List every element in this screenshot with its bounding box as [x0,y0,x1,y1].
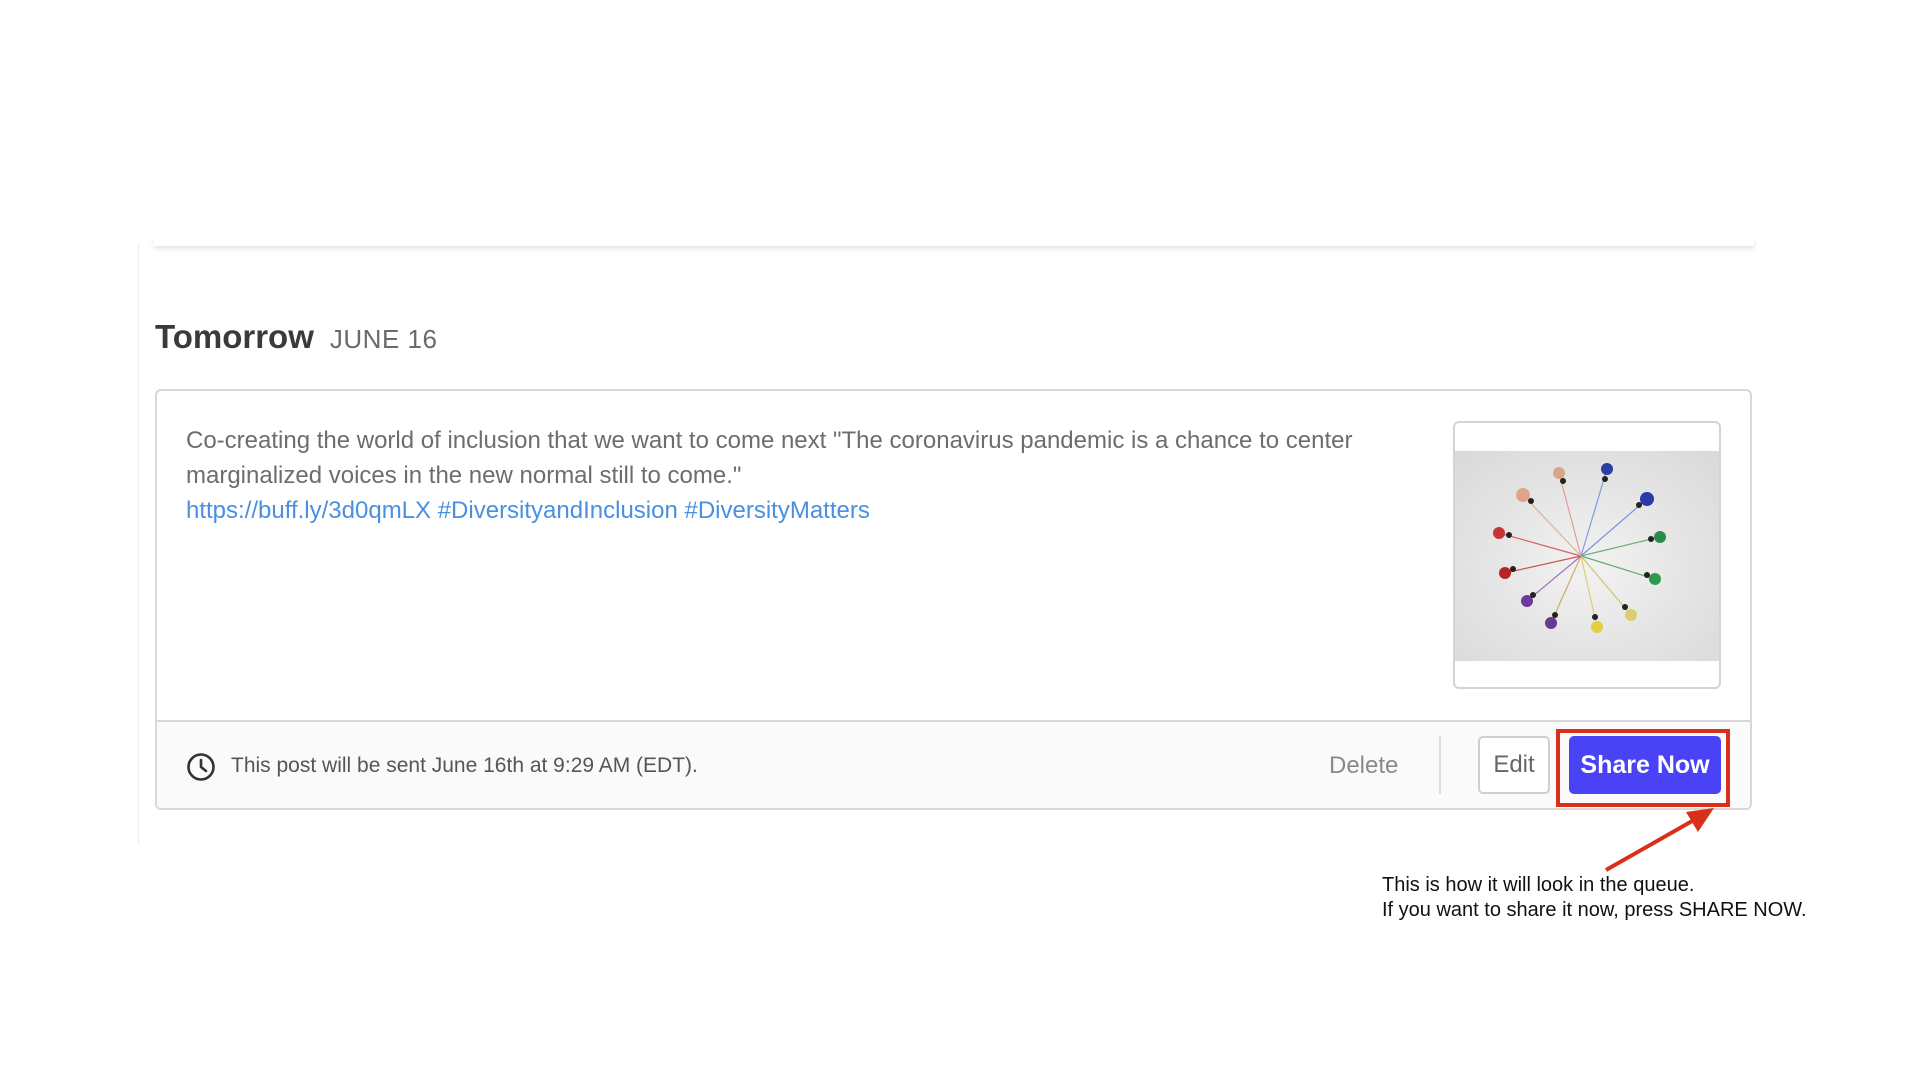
post-text: Co-creating the world of inclusion that … [186,427,1353,489]
footer-divider [1439,736,1441,794]
delete-button[interactable]: Delete [1321,748,1406,784]
share-now-highlight [1556,729,1730,807]
schedule-text: This post will be sent June 16th at 9:29… [231,754,698,777]
day-date: JUNE 16 [329,324,438,354]
left-rule [138,244,139,844]
edit-button[interactable]: Edit [1478,736,1550,794]
post-card: Co-creating the world of inclusion that … [155,389,1752,810]
post-body: Co-creating the world of inclusion that … [186,423,1366,528]
post-link[interactable]: https://buff.ly/3d0qmLX #DiversityandInc… [186,497,870,524]
annotation-arrow [1605,808,1714,872]
people-circle-image [1455,451,1719,661]
annotation-line-2: If you want to share it now, press SHARE… [1382,899,1807,921]
card-footer: This post will be sent June 16th at 9:29… [157,720,1750,808]
clock-icon [187,753,215,781]
day-title: Tomorrow [155,318,314,355]
annotation-line-1: This is how it will look in the queue. [1382,874,1695,896]
previous-card-edge [154,236,1754,246]
annotation-text: This is how it will look in the queue. I… [1382,873,1807,923]
post-thumbnail[interactable] [1453,421,1721,689]
stage: Tomorrow JUNE 16 Co-creating the world o… [0,0,1920,1080]
day-heading: Tomorrow JUNE 16 [155,318,437,356]
